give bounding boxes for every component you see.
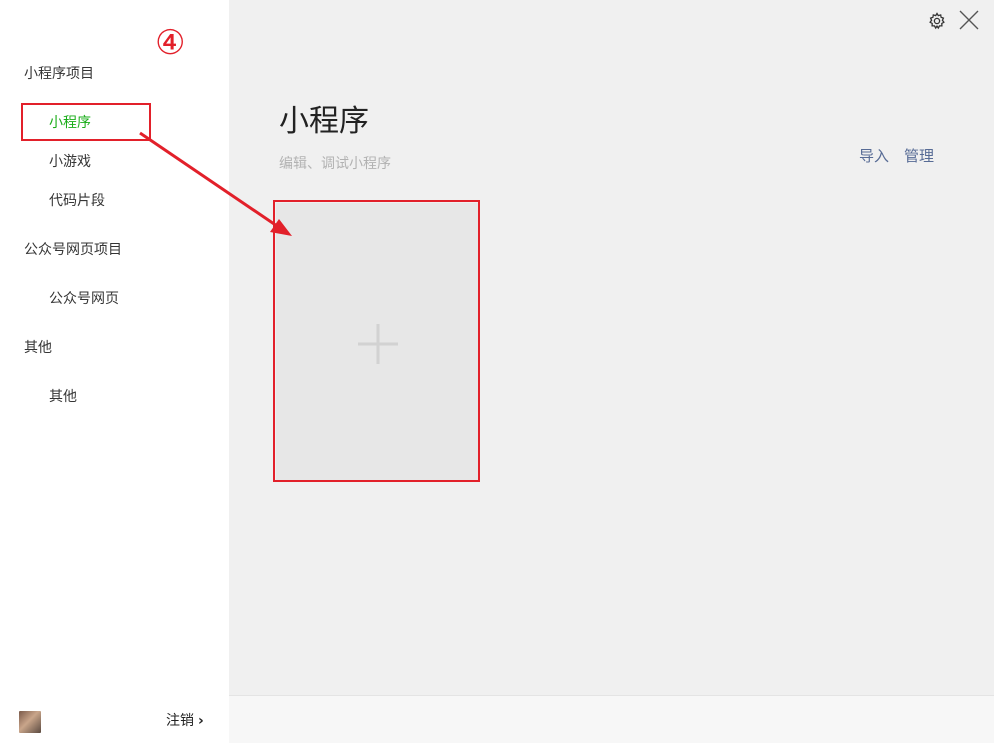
sidebar-item-minigame[interactable]: 小游戏: [49, 151, 91, 171]
annotation-highlight-box: [21, 103, 151, 141]
sidebar-item-official-account-web[interactable]: 公众号网页: [49, 288, 119, 308]
avatar[interactable]: [19, 711, 41, 733]
section-title-miniprogram-projects: 小程序项目: [24, 66, 94, 82]
section-title-official-account-projects: 公众号网页项目: [24, 242, 122, 258]
annotation-card-highlight-box: [273, 200, 480, 482]
close-icon[interactable]: [958, 9, 980, 31]
gear-icon[interactable]: [927, 11, 947, 31]
page-title: 小程序: [279, 104, 369, 139]
page-subtitle: 编辑、调试小程序: [279, 156, 391, 172]
sidebar-item-other[interactable]: 其他: [49, 386, 77, 406]
manage-link[interactable]: 管理: [904, 145, 934, 166]
step-number-annotation: ④: [155, 23, 186, 63]
import-link[interactable]: 导入: [859, 145, 889, 166]
sidebar: ④ 小程序项目 小程序 小游戏 代码片段 公众号网页项目 公众号网页 其他 其他…: [0, 0, 229, 743]
chevron-right-icon: ›: [198, 713, 204, 729]
logout-label: 注销: [166, 713, 194, 729]
sidebar-item-code-snippet[interactable]: 代码片段: [49, 190, 105, 210]
main-footer-bar: [229, 695, 994, 743]
logout-button[interactable]: 注销 ›: [166, 710, 204, 730]
section-title-other: 其他: [24, 340, 52, 356]
